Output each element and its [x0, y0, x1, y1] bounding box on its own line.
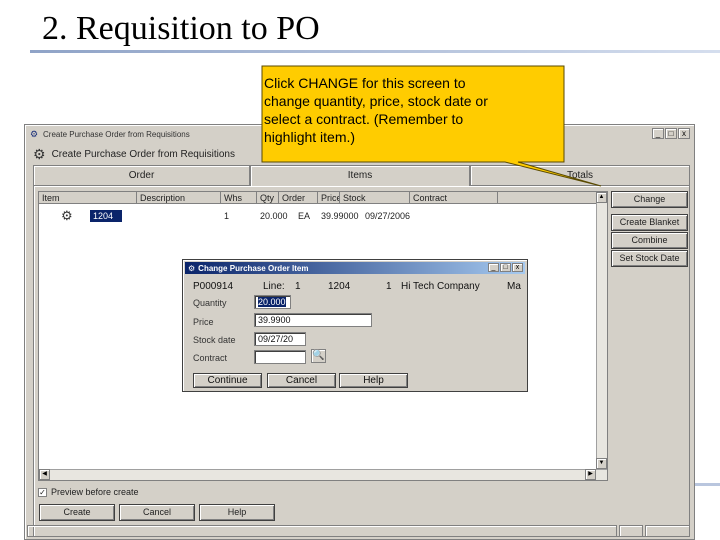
scroll-up-icon[interactable]: ▲	[596, 192, 607, 203]
preview-checkbox[interactable]: ✓	[38, 487, 47, 497]
window-controls: _ □ x	[652, 128, 690, 139]
price-label: Price	[193, 317, 214, 327]
tab-items[interactable]: Items	[250, 165, 470, 186]
dialog-help-button[interactable]: Help	[339, 373, 408, 388]
close-button[interactable]: x	[678, 128, 690, 139]
status-pane-main	[27, 525, 617, 537]
window-header: ⚙ Create Purchase Order from Requisition…	[33, 145, 235, 163]
preview-before-create[interactable]: ✓ Preview before create	[38, 487, 139, 497]
change-button[interactable]: Change	[611, 191, 688, 208]
preview-label: Preview before create	[51, 487, 139, 497]
app-gear-icon: ⚙	[30, 129, 39, 139]
column-header-price[interactable]: Price	[318, 192, 340, 204]
maximize-button[interactable]: □	[665, 128, 677, 139]
set-stock-date-button[interactable]: Set Stock Date	[611, 250, 688, 267]
grid-horizontal-scrollbar[interactable]: ◀ ▶	[39, 469, 607, 480]
vendor-id: 1	[386, 281, 392, 292]
slide-title: 2. Requisition to PO	[42, 10, 320, 47]
item-number: 1204	[328, 281, 351, 292]
gears-icon: ⚙	[33, 145, 46, 162]
dialog-title: Change Purchase Order Item	[198, 263, 309, 273]
tab-totals[interactable]: Totals	[470, 165, 690, 185]
minimize-button[interactable]: _	[652, 128, 664, 139]
title-divider	[30, 50, 720, 53]
dialog-cancel-button[interactable]: Cancel	[267, 373, 336, 388]
stock-date-field[interactable]: 09/27/20	[254, 332, 306, 346]
status-pane-small	[619, 525, 643, 537]
help-button[interactable]: Help	[199, 504, 275, 521]
change-po-item-dialog: ⚙ Change Purchase Order Item _ □ x P0009…	[182, 259, 528, 392]
po-number: P000914	[193, 281, 234, 292]
cell-item[interactable]: 1204	[90, 210, 122, 222]
price-field[interactable]: 39.9900	[254, 313, 372, 327]
column-header-item[interactable]: Item	[39, 192, 137, 204]
contract-label: Contract	[193, 353, 228, 363]
column-header-whs[interactable]: Whs	[221, 192, 257, 204]
scroll-right-icon[interactable]: ▶	[585, 469, 596, 480]
column-header-description[interactable]: Description	[137, 192, 221, 204]
footer-divider	[693, 483, 720, 486]
create-blanket-button[interactable]: Create Blanket	[611, 214, 688, 231]
window-title: Create Purchase Order from Requisitions	[43, 129, 190, 139]
contract-lookup-icon[interactable]: 🔍	[311, 349, 326, 363]
line-label: Line:	[263, 281, 285, 292]
line-value: 1	[295, 281, 301, 292]
dialog-gear-icon: ⚙	[188, 263, 196, 273]
dialog-titlebar: ⚙ Change Purchase Order Item _ □ x	[185, 262, 525, 274]
column-header-contract[interactable]: Contract	[410, 192, 498, 204]
cell-contract[interactable]	[422, 210, 498, 222]
column-header-order[interactable]: Order	[279, 192, 318, 204]
dialog-close-button[interactable]: x	[512, 263, 523, 272]
status-pane-right	[645, 525, 690, 537]
cell-qty[interactable]: 20.000	[257, 210, 295, 222]
combine-button[interactable]: Combine	[611, 232, 688, 249]
callout-line: Click CHANGE for this screen to	[264, 75, 466, 91]
cell-description[interactable]	[137, 210, 221, 222]
cell-order[interactable]: EA	[295, 210, 318, 222]
vendor-name: Hi Tech Company	[401, 281, 480, 292]
cell-whs[interactable]: 1	[221, 210, 257, 222]
quantity-field[interactable]: 20.000	[254, 295, 291, 309]
quantity-label: Quantity	[193, 298, 227, 308]
scroll-left-icon[interactable]: ◀	[39, 469, 50, 480]
window-header-title: Create Purchase Order from Requisitions	[51, 148, 235, 160]
callout-line: select a contract. (Remember to	[264, 111, 464, 127]
callout-line: change quantity, price, stock date or	[264, 93, 488, 109]
callout-text: Click CHANGE for this screen to change q…	[264, 74, 560, 146]
contract-field[interactable]	[254, 350, 306, 364]
status-bar	[27, 525, 692, 537]
dialog-minimize-button[interactable]: _	[488, 263, 499, 272]
column-header-qty[interactable]: Qty	[257, 192, 279, 204]
dialog-window-controls: _ □ x	[488, 263, 523, 272]
scroll-down-icon[interactable]: ▼	[596, 458, 607, 469]
stock-date-label: Stock date	[193, 335, 236, 345]
column-header-filler	[498, 192, 598, 204]
continue-button[interactable]: Continue	[193, 373, 262, 388]
column-header-stock[interactable]: Stock	[340, 192, 410, 204]
cell-stock[interactable]: 09/27/2006	[362, 210, 422, 222]
create-button[interactable]: Create	[39, 504, 115, 521]
grid-vertical-scrollbar[interactable]: ▲ ▼	[596, 192, 607, 480]
quantity-value: 20.000	[258, 297, 286, 307]
vendor-suffix: Ma	[507, 281, 521, 292]
tab-order[interactable]: Order	[33, 165, 250, 185]
tab-strip: Order Items Totals	[33, 165, 690, 186]
item-row-icon: ⚙	[61, 208, 73, 223]
cancel-button[interactable]: Cancel	[119, 504, 195, 521]
dialog-maximize-button[interactable]: □	[500, 263, 511, 272]
callout-line: highlight item.)	[264, 129, 356, 145]
cell-price[interactable]: 39.99000	[318, 210, 362, 222]
